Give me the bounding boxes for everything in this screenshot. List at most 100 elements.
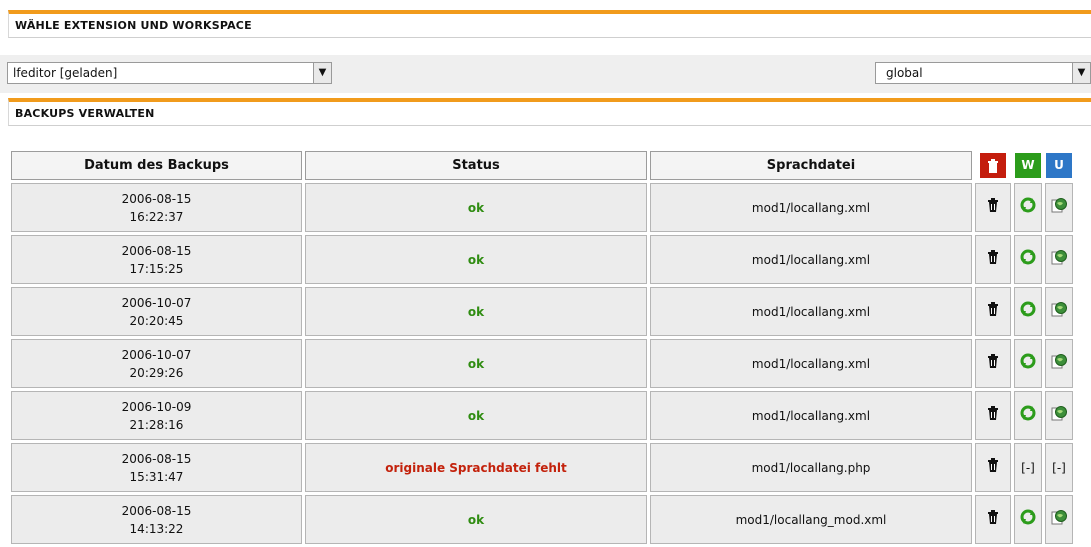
update-action[interactable] xyxy=(1045,287,1073,336)
file-name: mod1/locallang.xml xyxy=(751,252,871,267)
col-status: Status xyxy=(305,151,647,180)
table-row: 2006-10-07 20:29:26 ok mod1/locallang.xml xyxy=(11,339,1073,388)
trash-icon xyxy=(988,510,998,524)
trash-icon xyxy=(988,158,998,173)
update-action[interactable] xyxy=(1045,495,1073,544)
status-cell: ok xyxy=(305,235,647,284)
extension-select[interactable]: lfeditor [geladen] ▼ xyxy=(7,62,332,84)
status-text: originale Sprachdatei fehlt xyxy=(385,460,567,475)
backup-date: 2006-10-09 xyxy=(121,399,192,414)
write-action[interactable] xyxy=(1014,495,1042,544)
workspace-select[interactable]: global ▼ xyxy=(875,62,1091,84)
backup-time: 21:28:16 xyxy=(129,417,184,432)
status-cell: ok xyxy=(305,495,647,544)
chevron-down-icon[interactable]: ▼ xyxy=(313,63,331,83)
update-action[interactable] xyxy=(1045,339,1073,388)
table-row: 2006-08-15 15:31:47 originale Sprachdatei … xyxy=(11,443,1073,492)
chevron-down-icon[interactable]: ▼ xyxy=(1072,63,1090,83)
status-cell: ok xyxy=(305,339,647,388)
status-text: ok xyxy=(467,408,485,423)
table-row: 2006-08-15 14:13:22 ok mod1/locallang_mod.x… xyxy=(11,495,1073,544)
backup-date-cell: 2006-10-07 20:20:45 xyxy=(11,287,302,336)
write-action[interactable] xyxy=(1014,235,1042,284)
globe-update-icon xyxy=(1051,354,1067,369)
workspace-select-value: global xyxy=(886,66,923,80)
refresh-icon xyxy=(1020,509,1036,525)
backup-date: 2006-08-15 xyxy=(121,243,192,258)
status-cell: ok xyxy=(305,287,647,336)
backups-table: Datum des Backups Status Sprachdatei W U… xyxy=(8,148,1076,547)
refresh-icon xyxy=(1020,197,1036,213)
globe-update-icon xyxy=(1051,510,1067,525)
write-action: [-] xyxy=(1014,443,1042,492)
status-cell: ok xyxy=(305,183,647,232)
table-row: 2006-08-15 17:15:25 ok mod1/locallang.xml xyxy=(11,235,1073,284)
file-cell: mod1/locallang_mod.xml xyxy=(650,495,972,544)
col-w[interactable]: W xyxy=(1014,151,1042,180)
write-action[interactable] xyxy=(1014,287,1042,336)
backup-date: 2006-10-07 xyxy=(121,295,192,310)
file-cell: mod1/locallang.php xyxy=(650,443,972,492)
file-name: mod1/locallang.xml xyxy=(751,200,871,215)
file-cell: mod1/locallang.xml xyxy=(650,339,972,388)
file-name: mod1/locallang.xml xyxy=(751,356,871,371)
table-row: 2006-10-07 20:20:45 ok mod1/locallang.xml xyxy=(11,287,1073,336)
file-name: mod1/locallang.xml xyxy=(751,304,871,319)
write-action[interactable] xyxy=(1014,339,1042,388)
backup-time: 20:20:45 xyxy=(129,313,184,328)
file-cell: mod1/locallang.xml xyxy=(650,235,972,284)
delete-action[interactable] xyxy=(975,183,1011,232)
status-text: ok xyxy=(467,200,485,215)
backup-date: 2006-08-15 xyxy=(121,191,192,206)
u-header-button[interactable]: U xyxy=(1046,153,1072,178)
status-cell: ok xyxy=(305,391,647,440)
col-delete[interactable] xyxy=(975,151,1011,180)
trash-icon xyxy=(988,458,998,472)
delete-action[interactable] xyxy=(975,495,1011,544)
backup-date: 2006-08-15 xyxy=(121,503,192,518)
backup-date: 2006-08-15 xyxy=(121,451,192,466)
section-header-extension: WÄHLE EXTENSION UND WORKSPACE xyxy=(8,10,1091,38)
col-date: Datum des Backups xyxy=(11,151,302,180)
update-action: [-] xyxy=(1045,443,1073,492)
delete-all-button[interactable] xyxy=(980,153,1006,178)
backup-time: 15:31:47 xyxy=(129,469,184,484)
status-text: ok xyxy=(467,252,485,267)
backup-time: 20:29:26 xyxy=(129,365,184,380)
col-file: Sprachdatei xyxy=(650,151,972,180)
globe-update-icon xyxy=(1051,302,1067,317)
backup-time: 16:22:37 xyxy=(129,209,184,224)
backup-time: 14:13:22 xyxy=(129,521,184,536)
refresh-icon xyxy=(1020,405,1036,421)
section-title: BACKUPS VERWALTEN xyxy=(15,107,155,120)
update-action[interactable] xyxy=(1045,391,1073,440)
delete-action[interactable] xyxy=(975,391,1011,440)
col-u[interactable]: U xyxy=(1045,151,1073,180)
backup-date-cell: 2006-08-15 15:31:47 xyxy=(11,443,302,492)
backup-date-cell: 2006-08-15 14:13:22 xyxy=(11,495,302,544)
delete-action[interactable] xyxy=(975,443,1011,492)
backup-time: 17:15:25 xyxy=(129,261,184,276)
file-name: mod1/locallang.xml xyxy=(751,408,871,423)
write-action[interactable] xyxy=(1014,183,1042,232)
section-title: WÄHLE EXTENSION UND WORKSPACE xyxy=(15,19,252,32)
file-cell: mod1/locallang.xml xyxy=(650,391,972,440)
update-action[interactable] xyxy=(1045,235,1073,284)
backup-date-cell: 2006-10-09 21:28:16 xyxy=(11,391,302,440)
delete-action[interactable] xyxy=(975,339,1011,388)
extension-select-value: lfeditor [geladen] xyxy=(13,66,118,80)
status-text: ok xyxy=(467,356,485,371)
trash-icon xyxy=(988,354,998,368)
write-action[interactable] xyxy=(1014,391,1042,440)
status-text: ok xyxy=(467,512,485,527)
delete-action[interactable] xyxy=(975,235,1011,284)
file-name: mod1/locallang.php xyxy=(751,460,871,475)
backup-date-cell: 2006-08-15 17:15:25 xyxy=(11,235,302,284)
file-cell: mod1/locallang.xml xyxy=(650,287,972,336)
update-action[interactable] xyxy=(1045,183,1073,232)
file-name: mod1/locallang_mod.xml xyxy=(735,512,887,527)
refresh-icon xyxy=(1020,353,1036,369)
refresh-icon xyxy=(1020,301,1036,317)
delete-action[interactable] xyxy=(975,287,1011,336)
w-header-button[interactable]: W xyxy=(1015,153,1041,178)
